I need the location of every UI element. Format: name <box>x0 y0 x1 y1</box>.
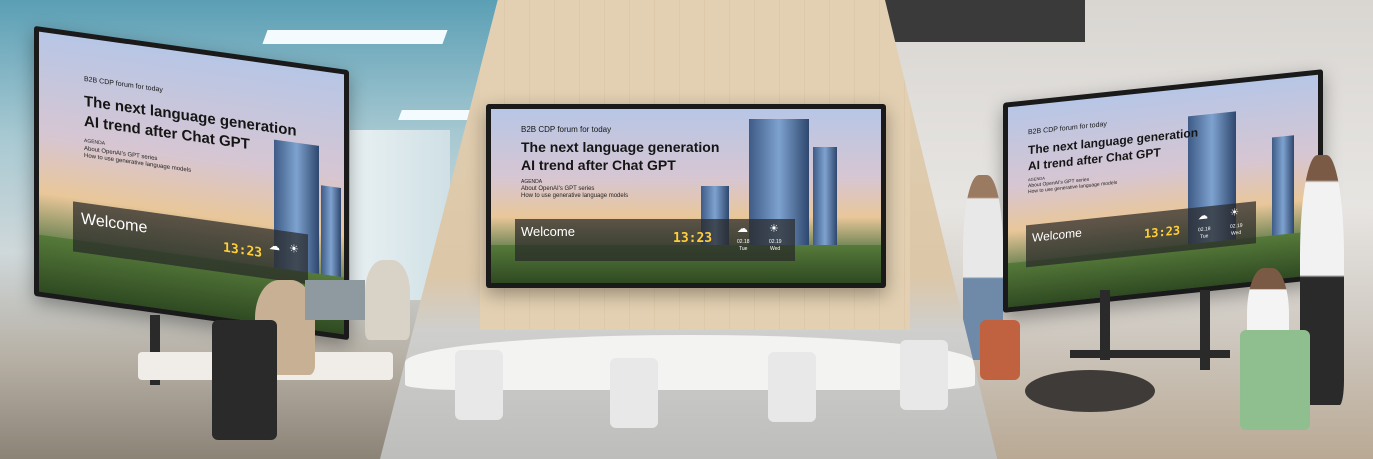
weather-day2-name: Wed <box>770 246 781 252</box>
conference-chair <box>610 358 658 428</box>
orange-chair <box>980 320 1020 380</box>
screen-agenda-item: How to use generative language models <box>521 193 629 199</box>
welcome-text: Welcome <box>81 210 148 237</box>
conference-chair <box>768 352 816 422</box>
weather-sun-icon: ☀ <box>769 223 779 235</box>
screen-agenda-label: AGENDA <box>521 179 543 185</box>
display-stand-base <box>1070 350 1230 358</box>
conference-chair <box>900 340 948 410</box>
coffee-table <box>1025 370 1155 412</box>
ceiling-light <box>262 30 448 44</box>
weather-cloud-sun-icon: ☁ <box>737 223 748 235</box>
screen-agenda-item: About OpenAI's GPT series <box>521 186 595 192</box>
office-chair <box>212 320 277 440</box>
person-seated <box>365 260 410 340</box>
skyscraper-image <box>1272 135 1294 248</box>
weather-day1-name: Tue <box>739 246 748 252</box>
weather-cloud-sun-icon: ☁ <box>269 239 280 254</box>
screen-title-line2: AI trend after Chat GPT <box>521 157 676 173</box>
weather-day1-date: 02.18 <box>1198 226 1211 234</box>
screen-kicker: B2B CDP forum for today <box>84 75 163 94</box>
welcome-text: Welcome <box>521 224 575 239</box>
skyscraper-image <box>813 147 837 256</box>
ceiling-beam <box>885 0 1085 42</box>
screen-title-line1: The next language generation <box>521 139 720 155</box>
weather-sun-icon: ☀ <box>1230 207 1239 219</box>
clock-time: 13:23 <box>1144 223 1181 241</box>
welcome-text: Welcome <box>1032 225 1082 245</box>
display-screen: B2B CDP forum for today The next languag… <box>486 104 886 288</box>
weather-day1-name: Tue <box>1200 233 1209 241</box>
clock-time: 13:23 <box>223 240 263 261</box>
screen-kicker: B2B CDP forum for today <box>1028 120 1107 137</box>
weather-day2-name: Wed <box>1231 229 1242 237</box>
green-chair <box>1240 330 1310 430</box>
display-content: B2B CDP forum for today The next languag… <box>491 109 881 283</box>
weather-sun-icon: ☀ <box>289 242 299 257</box>
ceiling-light <box>398 110 472 120</box>
weather-day1-date: 02.18 <box>737 239 750 245</box>
weather-day2-date: 02.19 <box>769 239 782 245</box>
weather-cloud-sun-icon: ☁ <box>1198 210 1208 223</box>
clock-time: 13:23 <box>673 231 713 246</box>
display-stand <box>1200 290 1210 370</box>
screen-kicker: B2B CDP forum for today <box>521 125 612 134</box>
welcome-bar: Welcome 13:23 ☁ 02.18 Tue ☀ 02.19 Wed <box>515 219 795 261</box>
conference-chair <box>455 350 503 420</box>
laptop <box>305 280 365 320</box>
